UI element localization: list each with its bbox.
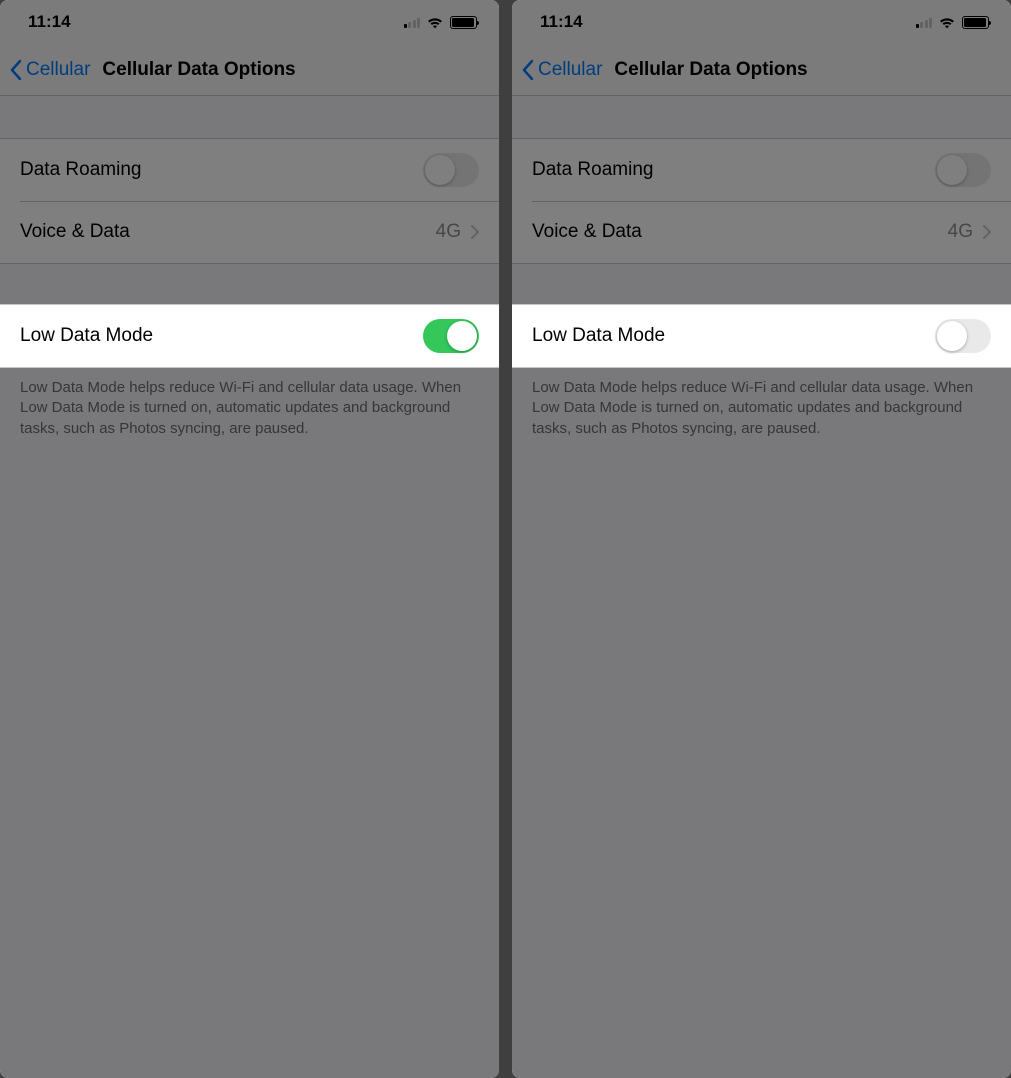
battery-icon <box>450 16 477 29</box>
footer-text: Low Data Mode helps reduce Wi-Fi and cel… <box>512 368 1011 449</box>
screenshot-left: 11:14 Cellular Cellular Data Options Dat… <box>0 0 499 1078</box>
chevron-right-icon <box>983 225 991 239</box>
status-icons <box>404 16 478 29</box>
screenshot-right: 11:14 Cellular Cellular Data Options Dat… <box>512 0 1011 1078</box>
chevron-right-icon <box>471 225 479 239</box>
row-label: Voice & Data <box>532 221 642 243</box>
row-data-roaming[interactable]: Data Roaming <box>512 139 1011 201</box>
status-time: 11:14 <box>28 12 71 32</box>
row-label: Low Data Mode <box>20 325 153 347</box>
page-title: Cellular Data Options <box>614 59 807 81</box>
cellular-signal-icon <box>916 16 933 28</box>
settings-group-low-data: Low Data Mode <box>0 304 499 368</box>
row-accessory: 4G <box>948 221 991 243</box>
status-icons <box>916 16 990 29</box>
row-label: Data Roaming <box>20 159 141 181</box>
cellular-signal-icon <box>404 16 421 28</box>
back-button[interactable]: Cellular <box>10 59 90 81</box>
row-label: Low Data Mode <box>532 325 665 347</box>
footer-text: Low Data Mode helps reduce Wi-Fi and cel… <box>0 368 499 449</box>
back-button[interactable]: Cellular <box>522 59 602 81</box>
content: Data Roaming Voice & Data 4G Low Data Mo… <box>0 138 499 1078</box>
page-title: Cellular Data Options <box>102 59 295 81</box>
row-detail: 4G <box>436 221 461 243</box>
row-label: Voice & Data <box>20 221 130 243</box>
row-label: Data Roaming <box>532 159 653 181</box>
row-low-data-mode[interactable]: Low Data Mode <box>0 305 499 367</box>
settings-group-low-data: Low Data Mode <box>512 304 1011 368</box>
content: Data Roaming Voice & Data 4G Low Data Mo… <box>512 138 1011 1078</box>
nav-bar: Cellular Cellular Data Options <box>512 44 1011 96</box>
row-low-data-mode[interactable]: Low Data Mode <box>512 305 1011 367</box>
low-data-mode-toggle[interactable] <box>423 319 479 353</box>
battery-icon <box>962 16 989 29</box>
low-data-mode-toggle[interactable] <box>935 319 991 353</box>
back-chevron-icon <box>10 60 22 80</box>
status-bar: 11:14 <box>0 0 499 44</box>
status-time: 11:14 <box>540 12 583 32</box>
row-accessory: 4G <box>436 221 479 243</box>
wifi-icon <box>426 16 444 29</box>
row-voice-data[interactable]: Voice & Data 4G <box>512 201 1011 263</box>
wifi-icon <box>938 16 956 29</box>
row-detail: 4G <box>948 221 973 243</box>
back-label: Cellular <box>26 59 90 81</box>
back-chevron-icon <box>522 60 534 80</box>
back-label: Cellular <box>538 59 602 81</box>
row-voice-data[interactable]: Voice & Data 4G <box>0 201 499 263</box>
row-data-roaming[interactable]: Data Roaming <box>0 139 499 201</box>
settings-group-1: Data Roaming Voice & Data 4G <box>0 138 499 264</box>
settings-group-1: Data Roaming Voice & Data 4G <box>512 138 1011 264</box>
status-bar: 11:14 <box>512 0 1011 44</box>
data-roaming-toggle[interactable] <box>935 153 991 187</box>
data-roaming-toggle[interactable] <box>423 153 479 187</box>
nav-bar: Cellular Cellular Data Options <box>0 44 499 96</box>
